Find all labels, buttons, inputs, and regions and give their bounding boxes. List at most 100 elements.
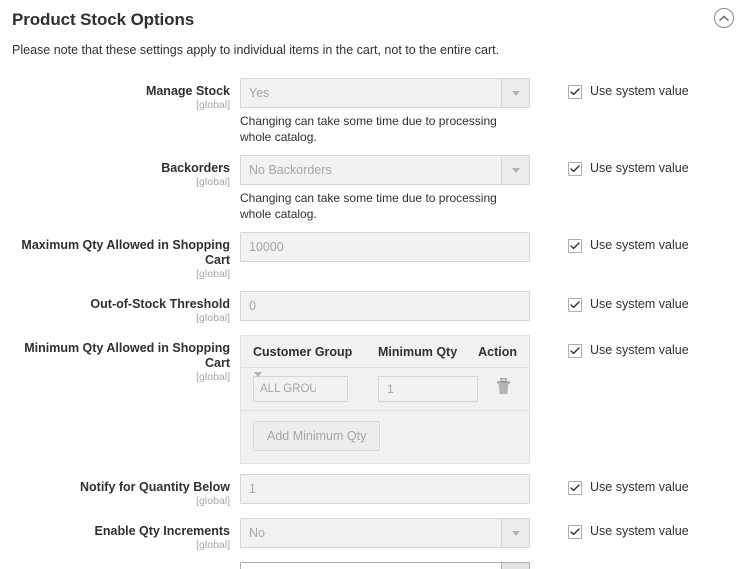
use-system-value-maximum-qty[interactable]: Use system value [568,238,689,253]
field-control-manage-stock: Yes Changing can take some time due to p… [240,78,530,145]
table-header-row: Customer Group Minimum Qty Action [241,336,529,368]
scope-text: [global] [0,495,230,508]
column-header-minimum-qty: Minimum Qty [378,345,478,359]
manage-stock-select[interactable]: Yes [240,78,530,108]
use-system-value-label: Use system value [590,238,689,253]
notify-quantity-below-value: 1 [249,475,521,503]
backorders-select[interactable]: No Backorders [240,155,530,185]
field-control-auto-return-credit-memo: No [240,562,530,569]
field-row-maximum-qty: Maximum Qty Allowed in Shopping Cart [gl… [0,232,750,281]
maximum-qty-value: 10000 [249,233,521,261]
table-footer: Add Minimum Qty [241,411,529,463]
use-system-value-label: Use system value [590,161,689,176]
field-row-auto-return-credit-memo: Automatically Return Credit Memo Item to… [0,562,750,569]
minimum-qty-table: Customer Group Minimum Qty Action ALL GR… [240,335,530,464]
field-label-out-of-stock-threshold: Out-of-Stock Threshold [global] [0,291,240,325]
use-system-value-enable-qty-increments[interactable]: Use system value [568,524,689,539]
label-text: Enable Qty Increments [0,524,230,539]
page-title: Product Stock Options [12,10,738,30]
label-text: Backorders [0,161,230,176]
cell-customer-group: ALL GROUPS [253,376,378,402]
scope-text: [global] [0,99,230,112]
checkbox-checked[interactable] [568,162,582,176]
auto-return-credit-memo-value: No [249,563,493,569]
use-system-value-label: Use system value [590,297,689,312]
chevron-up-circle-icon[interactable] [714,8,734,28]
field-label-auto-return-credit-memo: Automatically Return Credit Memo Item to… [0,562,240,569]
fields-container: Manage Stock [global] Yes Changing can t… [0,78,750,569]
customer-group-value: ALL GROUPS [260,377,316,401]
out-of-stock-threshold-value: 0 [249,292,521,320]
field-control-maximum-qty: 10000 [240,232,530,262]
section-note: Please note that these settings apply to… [0,36,750,58]
field-label-notify-quantity-below: Notify for Quantity Below [global] [0,474,240,508]
field-label-manage-stock: Manage Stock [global] [0,78,240,112]
field-row-minimum-qty: Minimum Qty Allowed in Shopping Cart [gl… [0,335,750,464]
section-header: Product Stock Options [0,0,750,36]
field-control-minimum-qty: Customer Group Minimum Qty Action ALL GR… [240,335,530,464]
checkbox-checked[interactable] [568,239,582,253]
minimum-qty-input[interactable]: 1 [378,376,478,402]
scope-text: [global] [0,539,230,552]
use-system-value-label: Use system value [590,480,689,495]
cell-minimum-qty: 1 [378,376,488,402]
label-text: Maximum Qty Allowed in Shopping Cart [0,238,230,268]
checkbox-checked[interactable] [568,344,582,358]
field-label-backorders: Backorders [global] [0,155,240,189]
customer-group-select[interactable]: ALL GROUPS [253,376,348,402]
label-text: Minimum Qty Allowed in Shopping Cart [0,341,230,371]
field-label-enable-qty-increments: Enable Qty Increments [global] [0,518,240,552]
field-label-maximum-qty: Maximum Qty Allowed in Shopping Cart [gl… [0,232,240,281]
label-text: Notify for Quantity Below [0,480,230,495]
field-control-notify-quantity-below: 1 [240,474,530,504]
use-system-value-notify-quantity-below[interactable]: Use system value [568,480,689,495]
chevron-down-icon[interactable] [501,563,529,569]
column-header-customer-group: Customer Group [253,345,378,359]
table-row: ALL GROUPS 1 [241,368,529,411]
trash-icon[interactable] [496,378,511,400]
field-row-out-of-stock-threshold: Out-of-Stock Threshold [global] 0 Use sy… [0,291,750,325]
out-of-stock-threshold-input[interactable]: 0 [240,291,530,321]
field-row-notify-quantity-below: Notify for Quantity Below [global] 1 Use… [0,474,750,508]
scope-text: [global] [0,312,230,325]
use-system-value-label: Use system value [590,84,689,99]
use-system-value-minimum-qty[interactable]: Use system value [568,343,689,358]
checkbox-checked[interactable] [568,85,582,99]
label-text: Manage Stock [0,84,230,99]
checkbox-checked[interactable] [568,298,582,312]
field-row-enable-qty-increments: Enable Qty Increments [global] No Use sy… [0,518,750,552]
use-system-value-out-of-stock-threshold[interactable]: Use system value [568,297,689,312]
checkbox-checked[interactable] [568,525,582,539]
scope-text: [global] [0,176,230,189]
cell-action [488,378,517,400]
manage-stock-note: Changing can take some time due to proce… [240,113,530,145]
use-system-value-backorders[interactable]: Use system value [568,161,689,176]
enable-qty-increments-select[interactable]: No [240,518,530,548]
field-control-out-of-stock-threshold: 0 [240,291,530,321]
notify-quantity-below-input[interactable]: 1 [240,474,530,504]
label-text: Out-of-Stock Threshold [0,297,230,312]
maximum-qty-input[interactable]: 10000 [240,232,530,262]
enable-qty-increments-value: No [249,519,493,547]
backorders-note: Changing can take some time due to proce… [240,190,530,222]
chevron-down-icon[interactable] [501,79,529,107]
field-row-manage-stock: Manage Stock [global] Yes Changing can t… [0,78,750,145]
scope-text: [global] [0,371,230,384]
chevron-down-icon[interactable] [501,519,529,547]
auto-return-credit-memo-select[interactable]: No [240,562,530,569]
scope-text: [global] [0,268,230,281]
field-control-backorders: No Backorders Changing can take some tim… [240,155,530,222]
add-minimum-qty-button[interactable]: Add Minimum Qty [253,421,380,451]
checkbox-checked[interactable] [568,481,582,495]
use-system-value-manage-stock[interactable]: Use system value [568,84,689,99]
manage-stock-value: Yes [249,79,493,107]
column-header-action: Action [478,345,517,359]
product-stock-options-panel: Product Stock Options Please note that t… [0,0,750,569]
use-system-value-label: Use system value [590,343,689,358]
use-system-value-label: Use system value [590,524,689,539]
backorders-value: No Backorders [249,156,493,184]
field-row-backorders: Backorders [global] No Backorders Changi… [0,155,750,222]
field-control-enable-qty-increments: No [240,518,530,548]
chevron-down-icon[interactable] [501,156,529,184]
field-label-minimum-qty: Minimum Qty Allowed in Shopping Cart [gl… [0,335,240,384]
